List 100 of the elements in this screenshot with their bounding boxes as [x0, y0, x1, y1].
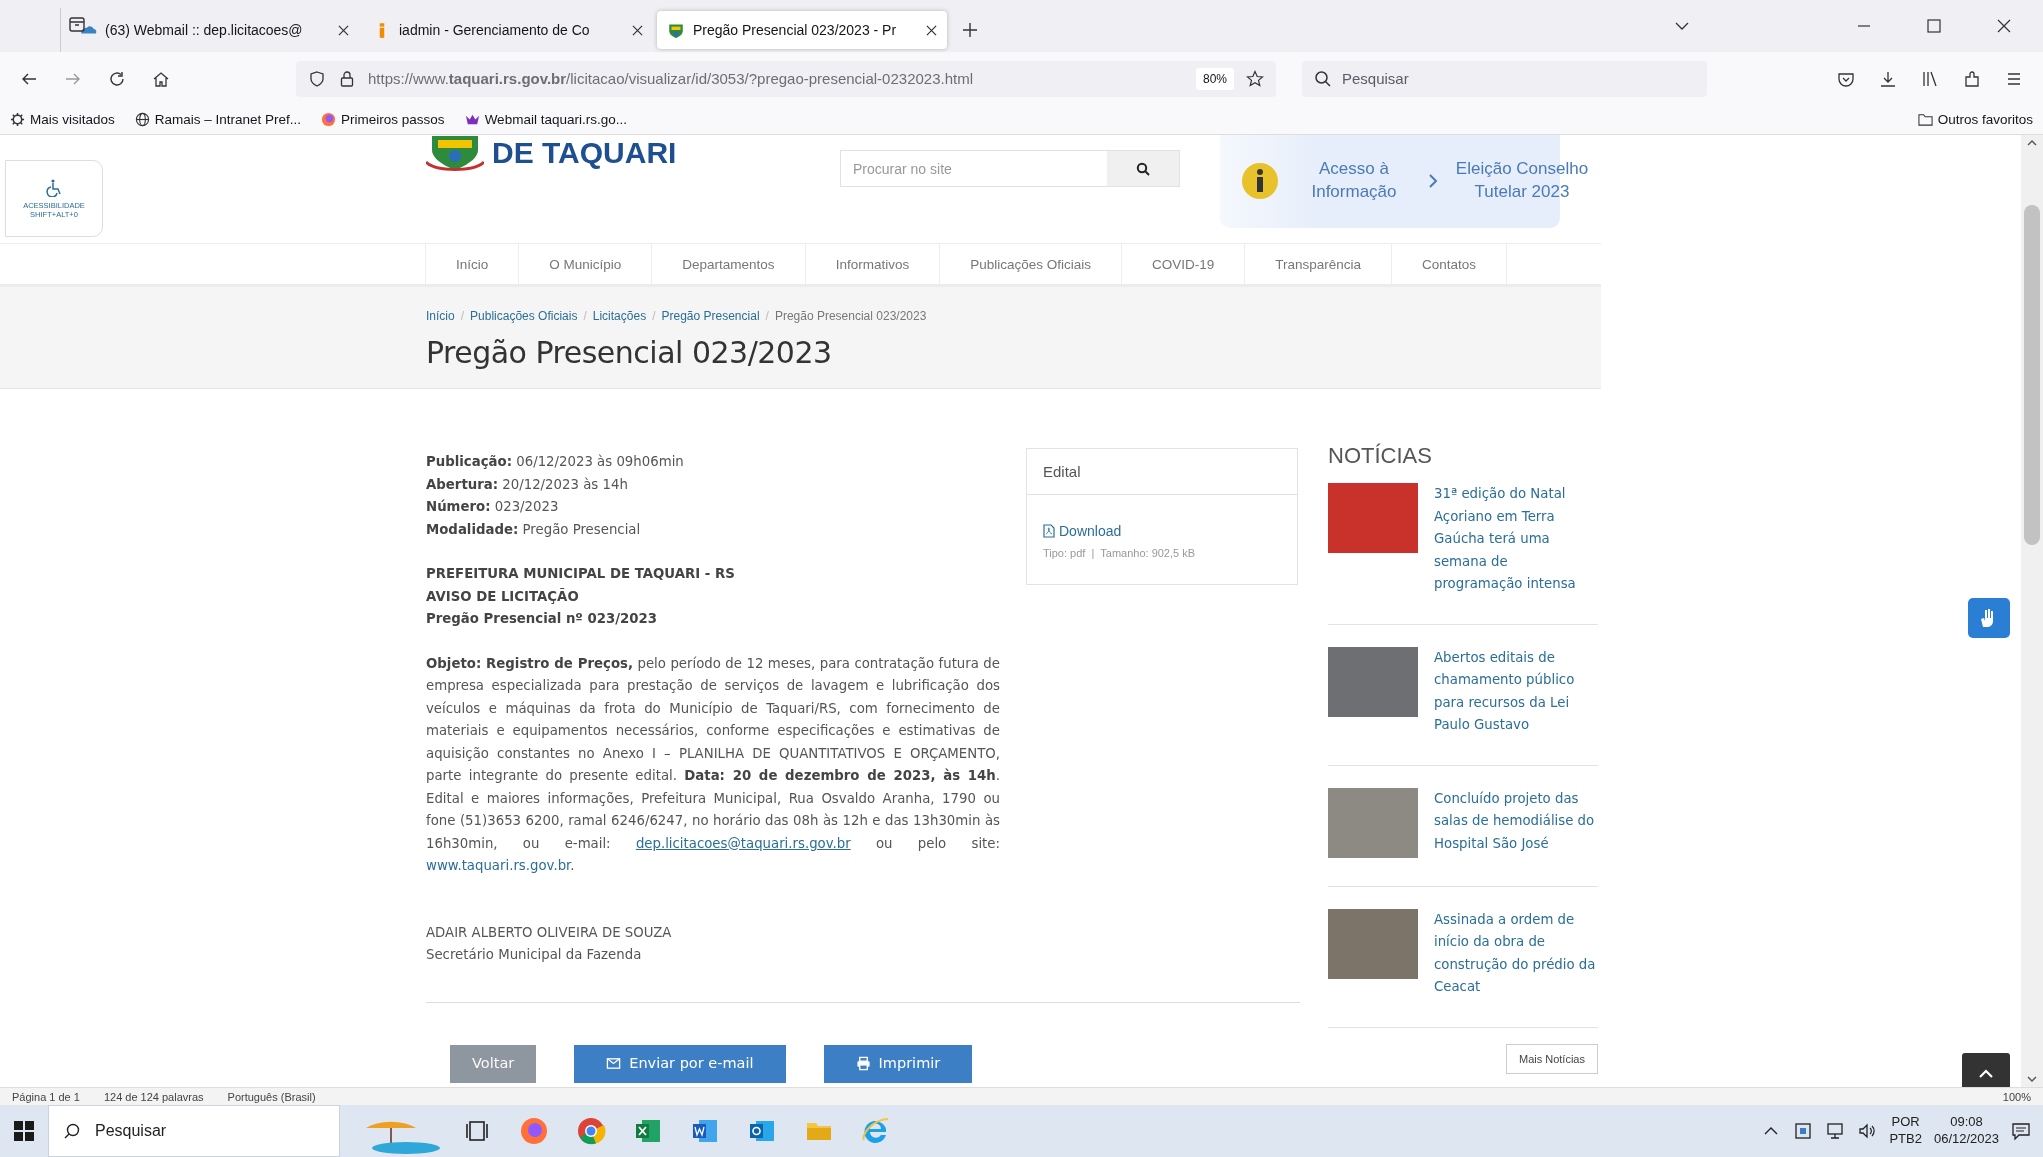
menu-item[interactable]: Transparência: [1244, 244, 1392, 284]
browser-tab[interactable]: iadmin - Gerenciamento de Co: [363, 11, 653, 49]
zoom-level[interactable]: 80%: [1195, 67, 1234, 90]
shield-icon[interactable]: [308, 69, 326, 88]
bookmark[interactable]: Ramais – Intranet Pref...: [134, 112, 302, 127]
breadcrumb-separator: /: [583, 309, 587, 323]
close-icon[interactable]: [338, 24, 349, 36]
search-icon: [63, 1122, 81, 1140]
zoom-percentage[interactable]: 100%: [2002, 1090, 2031, 1103]
detail-line: Publicação: 06/12/2023 às 09h06min: [426, 453, 685, 471]
clock[interactable]: 09:08 06/12/2023: [1933, 1114, 1999, 1148]
bookmark[interactable]: Primeiros passos: [321, 112, 445, 127]
bookmark[interactable]: Mais visitados: [10, 112, 115, 127]
status-text: Página 1 de 1: [12, 1090, 80, 1103]
breadcrumb-link[interactable]: Início: [426, 309, 455, 323]
site-search-field[interactable]: Procurar no site: [841, 160, 1107, 177]
reload-icon[interactable]: [108, 69, 126, 88]
site-logo[interactable]: DE TAQUARI: [426, 135, 840, 175]
download-icon[interactable]: [1879, 69, 1897, 88]
detail-line: Número: 023/2023: [426, 498, 560, 516]
back-to-top-button[interactable]: [1962, 1053, 2010, 1087]
network-icon[interactable]: [1825, 1121, 1846, 1141]
search-button[interactable]: [1107, 151, 1179, 186]
menu-item[interactable]: O Município: [518, 244, 652, 284]
puzzle-icon[interactable]: [1963, 69, 1981, 88]
notice-paragraph: Objeto: Registro de Preços, pelo período de 12 meses, para contratação futura de empresa especializada para prestação de serviços de lavagem e lubrificação dos veículos e máquinas da frota do Município de Taquari/RS, com fornecimento de materiais e equipamentos necessários, conforme especificações e estimativas de aquisição constantes no Anexo I – PLANILHA DE QUANTITATIVOS E ORÇAMENTO, parte integrante do presente edital. Data: 20 de dezembro de 2023, às 14h. Edital e maiores informações, Prefeitura Municipal, Rua Osvaldo Aranha, 1790 ou fone (51)3653 6200, ramal 6246/6247, no horário das 08h às 12h e das 13h30min às 16h30min, ou e-mail: dep.licitacoes@taquari.rs.gov.br ou pelo site: www.taquari.rs.gov.br.: [426, 654, 1000, 875]
pdf-file-icon: [1043, 524, 1055, 538]
sign-language-button[interactable]: [1968, 598, 2010, 638]
status-text: Português (Brasil): [227, 1090, 316, 1103]
site-link[interactable]: www.taquari.rs.gov.br: [426, 858, 571, 873]
folder-icon: [1917, 112, 1933, 127]
taskbar-search-box[interactable]: Pesquisar: [48, 1105, 340, 1157]
search-icon: [1314, 69, 1332, 88]
bookmark-folder[interactable]: Outros favoritos: [1917, 112, 2033, 127]
star-icon[interactable]: [1246, 69, 1264, 88]
crest-icon: [426, 135, 484, 174]
notification-icon[interactable]: [2011, 1121, 2031, 1141]
news-link[interactable]: 31ª edição do Natal Açoriano em Terra Gaúcha terá uma semana de programação intensa: [1434, 483, 1598, 596]
download-link[interactable]: Download: [1043, 523, 1281, 539]
notice-heading: PREFEITURA MUNICIPAL DE TAQUARI - RS: [426, 565, 736, 583]
news-link[interactable]: Concluído projeto das salas de hemodiálise do Hospital São José: [1434, 787, 1598, 858]
breadcrumb-link[interactable]: Licitações: [592, 309, 647, 323]
email-link[interactable]: dep.licitacoes@taquari.rs.gov.br: [635, 835, 851, 851]
scroll-up-icon[interactable]: [2027, 139, 2037, 147]
search-box[interactable]: Pesquisar: [1302, 60, 1707, 97]
breadcrumb-link[interactable]: Publicações Oficiais: [470, 309, 578, 323]
scroll-down-icon[interactable]: [2027, 1075, 2037, 1083]
news-link[interactable]: Assinada a ordem de início da obra de construção do prédio da Ceacat: [1434, 908, 1598, 999]
breadcrumb-link[interactable]: Pregão Presencial: [661, 309, 760, 323]
menu-item[interactable]: COVID-19: [1120, 244, 1245, 284]
close-icon[interactable]: [632, 24, 643, 36]
quick-link[interactable]: Eleição Conselho Tutelar 2023: [1452, 158, 1592, 203]
crown-icon: [464, 112, 480, 127]
menu-item[interactable]: Informativos: [804, 244, 940, 284]
meta-separator: |: [1091, 547, 1095, 559]
menu-item[interactable]: Publicações Oficiais: [939, 244, 1121, 284]
notice-heading: Pregão Presencial nº 023/2023: [426, 610, 659, 628]
address-bar[interactable]: https://www.taquari.rs.gov.br/licitacao/visualizar/id/3053/?pregao-presencial-0232023.html 80%: [296, 60, 1276, 97]
news-link[interactable]: Abertos editais de chamamento público para recursos da Lei Paulo Gustavo: [1434, 646, 1598, 737]
bookmark[interactable]: Webmail taquari.rs.go...: [464, 112, 627, 127]
windows-logo-icon: [14, 1121, 34, 1141]
info-icon: [1240, 160, 1280, 201]
breadcrumb-separator: /: [460, 309, 465, 323]
lock-icon[interactable]: [338, 69, 356, 88]
chrome-icon[interactable]: [576, 1116, 606, 1146]
notice-heading: AVISO DE LICITAÇÃO: [426, 587, 580, 606]
quick-link[interactable]: Acesso à Informação: [1294, 158, 1414, 203]
search-field[interactable]: Pesquisar: [1342, 70, 1695, 87]
close-icon[interactable]: [1995, 17, 2013, 35]
tab-list-icon[interactable]: [68, 15, 86, 33]
file-size: Tamanho: 902,5 kB: [1100, 547, 1196, 559]
firefox-icon[interactable]: [519, 1116, 549, 1146]
taskbar-search-field[interactable]: Pesquisar: [93, 1121, 297, 1141]
scrollbar[interactable]: [2021, 135, 2043, 1087]
action-button[interactable]: Enviar por e-mail: [574, 1044, 786, 1083]
input-language[interactable]: POR PTB2: [1889, 1114, 1922, 1148]
app-tray-icon[interactable]: [1793, 1121, 1814, 1141]
more-news-button[interactable]: Mais Notícias: [1505, 1043, 1598, 1074]
library-icon[interactable]: [1921, 69, 1939, 88]
speaker-icon[interactable]: [1857, 1121, 1878, 1141]
browser-tab[interactable]: (63) Webmail :: dep.licitacoes@: [69, 11, 359, 49]
browser-tab[interactable]: Pregão Presencial 023/2023 - Pr: [657, 11, 947, 49]
signature-line: ADAIR ALBERTO OLIVEIRA DE SOUZA: [426, 923, 673, 942]
site-search-box[interactable]: Procurar no site: [840, 150, 1180, 187]
menu-item[interactable]: Contatos: [1391, 244, 1508, 284]
close-icon[interactable]: [926, 24, 937, 36]
menu-item[interactable]: Departamentos: [651, 244, 805, 284]
envelope-icon: [606, 1056, 622, 1071]
news-heading: NOTÍCIAS: [1328, 443, 1433, 469]
chevron-right-icon: [1428, 172, 1438, 189]
maximize-icon[interactable]: [1925, 17, 1943, 35]
globe-icon: [134, 112, 150, 127]
signature-line: Secretário Municipal da Fazenda: [426, 946, 643, 964]
wheelchair-icon: [46, 178, 62, 197]
action-button[interactable]: Imprimir: [823, 1044, 973, 1083]
new-tab-icon[interactable]: [961, 21, 979, 39]
detail-line: Abertura: 20/12/2023 às 14h: [426, 475, 629, 494]
breadcrumb-separator: /: [765, 309, 769, 323]
menu-item[interactable]: Início: [425, 244, 519, 284]
panel-title: Edital: [1027, 449, 1297, 495]
